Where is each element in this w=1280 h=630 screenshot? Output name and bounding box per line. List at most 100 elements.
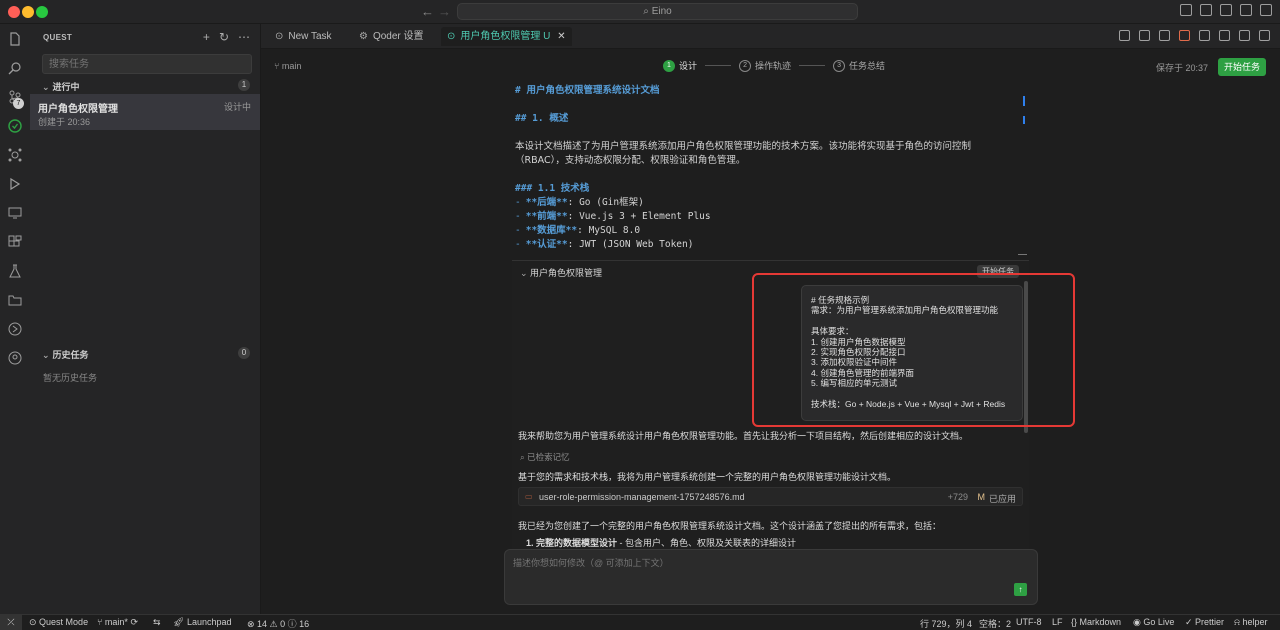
editor-scroll-indicator <box>1018 254 1027 255</box>
settings-tab-icon: ⚙ <box>359 31 368 42</box>
status-label: Markdown <box>1079 617 1122 627</box>
chat-input[interactable] <box>513 558 913 568</box>
search-icon[interactable] <box>8 61 22 75</box>
toggle-panel-icon[interactable] <box>1220 4 1232 16</box>
list-key: **数据库** <box>525 225 578 236</box>
in-progress-section[interactable]: 进行中 1 <box>30 78 260 94</box>
status-golive[interactable]: ◉ Go Live <box>1133 617 1174 628</box>
status-label: Go Live <box>1143 617 1175 627</box>
sync-icon: ⟳ <box>130 617 138 627</box>
start-task-button[interactable]: 开始任务 <box>1218 58 1266 76</box>
task-item[interactable]: 用户角色权限管理 创建于 20:36 设计中 <box>30 94 260 130</box>
open-preview-icon[interactable] <box>1159 30 1170 41</box>
tab-label: Qoder 设置 <box>372 31 424 42</box>
status-helper[interactable]: ⍾ helper <box>1234 617 1268 628</box>
accounts-settings-icon[interactable] <box>8 351 22 365</box>
in-progress-label: 进行中 <box>42 80 80 93</box>
refresh-icon[interactable]: ↻ <box>219 30 229 44</box>
file-additions: +729 <box>947 492 968 502</box>
status-language[interactable]: {} Markdown <box>1071 617 1121 627</box>
agents-icon[interactable] <box>8 148 22 162</box>
run-icon[interactable] <box>1119 30 1130 41</box>
history-label: 历史任务 <box>42 348 89 361</box>
quest-icon[interactable] <box>8 119 22 133</box>
more-actions-icon[interactable] <box>1259 30 1270 41</box>
assistant-list-item: 1. 完整的数据模型设计 - 包含用户、角色、权限及关联表的详细设计 <box>526 536 1031 549</box>
step-1-label[interactable]: 设计 <box>679 59 697 72</box>
step-3-number: 3 <box>833 59 846 72</box>
back-arrow-icon[interactable]: ← <box>421 4 434 19</box>
branch-icon: ⑂ <box>97 617 105 627</box>
status-label: main* <box>104 617 128 627</box>
doc-heading-1: # 用户角色权限管理系统设计文档 <box>515 85 660 96</box>
account-icon[interactable] <box>1260 4 1272 16</box>
remote-explorer-icon[interactable] <box>8 206 22 220</box>
toggle-layout-icon[interactable] <box>1239 30 1250 41</box>
layout-icon[interactable] <box>1180 4 1192 16</box>
status-branch[interactable]: ⑂ main* ⟳ <box>97 617 138 628</box>
status-label: helper <box>1242 617 1268 627</box>
quest-mode-icon: ⊙ <box>29 617 40 627</box>
step-3-label[interactable]: 任务总结 <box>849 59 885 72</box>
folder-icon[interactable] <box>8 293 22 307</box>
markdown-editor[interactable]: # 用户角色权限管理系统设计文档 ## 1. 概述 本设计文档描述了为用户管理系… <box>515 84 1015 252</box>
launchpad-icon: 🚀︎ <box>173 617 187 627</box>
sidebar-title: QUEST <box>43 33 73 42</box>
extensions-icon[interactable] <box>8 235 22 249</box>
status-encoding[interactable]: UTF-8 <box>1016 617 1042 627</box>
task-tab-icon: ⊙ <box>275 31 284 42</box>
step-2-label[interactable]: 操作轨迹 <box>755 59 791 72</box>
status-launchpad[interactable]: 🚀︎ Launchpad <box>173 617 231 628</box>
timeline-icon[interactable] <box>8 322 22 336</box>
task-created: 创建于 20:36 <box>38 117 91 127</box>
chat-composer: ↑ <box>504 549 1038 605</box>
history-icon[interactable] <box>1139 30 1150 41</box>
zoom-window-button[interactable] <box>36 6 48 18</box>
tab-new-task[interactable]: ⊙ New Task <box>269 27 338 46</box>
tab-qoder-settings[interactable]: ⚙ Qoder 设置 <box>353 27 430 46</box>
memory-label: 已检索记忆 <box>527 452 570 462</box>
file-change-card[interactable]: ▭ user-role-permission-management-175724… <box>518 487 1023 506</box>
status-problems[interactable]: ⊗ 14 ⚠ 0 ⓘ 16 <box>247 617 309 630</box>
command-center-search[interactable]: ⌕ Eino <box>457 3 858 20</box>
copy-icon[interactable] <box>1199 30 1210 41</box>
close-tab-icon[interactable]: ✕ <box>557 31 565 42</box>
close-window-button[interactable] <box>8 6 20 18</box>
status-ports-icon[interactable]: ⇆ <box>153 617 161 628</box>
status-eol[interactable]: LF <box>1052 617 1063 627</box>
toggle-secondary-sidebar-icon[interactable] <box>1240 4 1252 16</box>
status-quest-mode[interactable]: ⊙ Quest Mode <box>29 617 88 628</box>
file-applied-status: 已应用 <box>988 494 1016 504</box>
minimap-marker <box>1023 96 1025 106</box>
minimize-window-button[interactable] <box>22 6 34 18</box>
list-value: : Go (Gin框架) <box>567 197 644 208</box>
tab-role-permission[interactable]: ⊙ 用户角色权限管理 U ✕ <box>441 27 572 46</box>
send-arrow-icon[interactable]: ↑ <box>1014 583 1027 596</box>
remote-icon[interactable]: ⤫ <box>0 615 22 630</box>
assistant-reply-1: 我来帮助您为用户管理系统设计用户角色权限管理功能。首先让我分析一下项目结构，然后… <box>518 431 969 441</box>
history-section[interactable]: 历史任务 0 <box>30 346 260 362</box>
split-editor-icon[interactable] <box>1219 30 1230 41</box>
qoder-icon[interactable] <box>1179 30 1190 41</box>
run-debug-icon[interactable] <box>8 177 22 191</box>
branch-icon: ⑂ <box>274 61 282 71</box>
task-search-input[interactable] <box>42 54 252 74</box>
branch-indicator[interactable]: ⑂ main <box>274 61 301 71</box>
doc-heading-2: ## 1. 概述 <box>515 113 569 124</box>
status-prettier[interactable]: ✓ Prettier <box>1185 617 1224 628</box>
title-bar: ← → ⌕ Eino <box>0 0 1280 24</box>
status-cursor[interactable]: 行 729，列 4 <box>920 617 972 630</box>
list-key: **后端** <box>525 197 568 208</box>
chat-title[interactable]: 用户角色权限管理 <box>520 266 602 279</box>
status-label: Prettier <box>1195 617 1225 627</box>
tab-label: New Task <box>288 31 332 42</box>
explorer-icon[interactable] <box>8 32 22 46</box>
forward-arrow-icon[interactable]: → <box>438 4 451 19</box>
list-value: : MySQL 8.0 <box>577 225 641 236</box>
more-icon[interactable]: ⋯ <box>238 30 250 44</box>
toggle-sidebar-icon[interactable] <box>1200 4 1212 16</box>
testing-flask-icon[interactable] <box>8 264 22 278</box>
add-task-icon[interactable]: + <box>203 30 210 44</box>
list-item-title: 1. 完整的数据模型设计 <box>526 538 618 548</box>
status-indent[interactable]: 空格：2 <box>979 617 1011 630</box>
